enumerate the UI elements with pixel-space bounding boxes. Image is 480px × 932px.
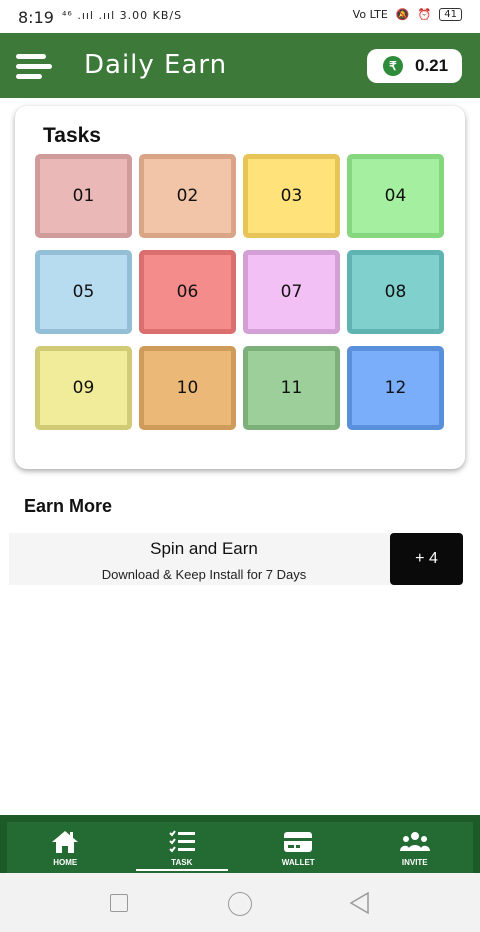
invite-users-icon [399,831,430,851]
task-tile-08[interactable]: 08 [347,250,444,334]
wallet-icon [284,831,313,852]
task-tile-label: 07 [248,255,335,329]
task-tile-07[interactable]: 07 [243,250,340,334]
back-icon[interactable] [348,891,370,915]
task-tile-04[interactable]: 04 [347,154,444,238]
task-tile-01[interactable]: 01 [35,154,132,238]
offer-card[interactable]: Spin and Earn Download & Keep Install fo… [9,533,463,585]
tasks-card: Tasks 01 02 03 04 05 06 07 08 09 10 11 12 [15,106,465,469]
balance-badge[interactable]: ₹ 0.21 [367,49,462,83]
status-bar: 8:19 ⁴⁶ .ııl .ııl 3.00 KB/S Vo LTE 🔕 ⏰ 4… [0,0,480,33]
nav-item-task[interactable]: TASK [124,822,241,873]
task-tile-05[interactable]: 05 [35,250,132,334]
task-tile-label: 06 [144,255,231,329]
nav-item-wallet[interactable]: WALLET [240,822,357,873]
task-tile-11[interactable]: 11 [243,346,340,430]
bottom-nav: HOME TASK WALLET INVITE [0,815,480,873]
task-tile-label: 04 [352,159,439,233]
task-tile-label: 03 [248,159,335,233]
nav-label-wallet: WALLET [281,857,315,867]
task-tile-03[interactable]: 03 [243,154,340,238]
status-right: Vo LTE 🔕 ⏰ 41 [353,8,462,21]
home-icon [52,830,79,853]
task-grid: 01 02 03 04 05 06 07 08 09 10 11 12 [35,154,444,430]
status-time: 8:19 [18,8,54,27]
task-tile-06[interactable]: 06 [139,250,236,334]
task-tile-label: 01 [40,159,127,233]
nav-label-invite: INVITE [401,857,428,867]
offer-reward-button[interactable]: + 4 [390,533,463,585]
signal-indicator: ⁴⁶ .ııl .ııl 3.00 KB/S [62,9,183,22]
task-tile-10[interactable]: 10 [139,346,236,430]
battery-indicator: 41 [439,8,462,21]
offer-title: Spin and Earn [150,539,258,558]
task-tile-label: 02 [144,159,231,233]
task-list-icon [169,829,195,853]
rupee-icon: ₹ [383,56,403,76]
tasks-title: Tasks [43,124,101,147]
nav-item-invite[interactable]: INVITE [357,822,474,873]
volte-indicator: Vo LTE [352,8,388,21]
hamburger-menu-icon[interactable] [16,54,52,80]
task-tile-label: 08 [352,255,439,329]
task-tile-label: 05 [40,255,127,329]
offer-subtitle: Download & Keep Install for 7 Days [101,567,307,582]
home-circle-icon[interactable] [228,892,252,916]
mute-icon: 🔕 [395,8,410,21]
alarm-icon: ⏰ [417,8,432,21]
active-tab-indicator [135,869,228,871]
nav-label-home: HOME [53,857,78,867]
recents-icon[interactable] [110,894,128,912]
task-tile-12[interactable]: 12 [347,346,444,430]
app-bar: Daily Earn ₹ 0.21 [0,33,480,98]
task-tile-09[interactable]: 09 [35,346,132,430]
nav-item-home[interactable]: HOME [7,822,124,873]
nav-label-task: TASK [171,857,193,867]
task-tile-label: 11 [248,351,335,425]
task-tile-label: 12 [352,351,439,425]
task-tile-label: 10 [144,351,231,425]
earn-more-title: Earn More [24,496,113,516]
balance-value: 0.21 [415,56,449,75]
task-tile-label: 09 [40,351,127,425]
system-nav-bar [0,873,480,932]
task-tile-02[interactable]: 02 [139,154,236,238]
app-title: Daily Earn [84,50,228,80]
